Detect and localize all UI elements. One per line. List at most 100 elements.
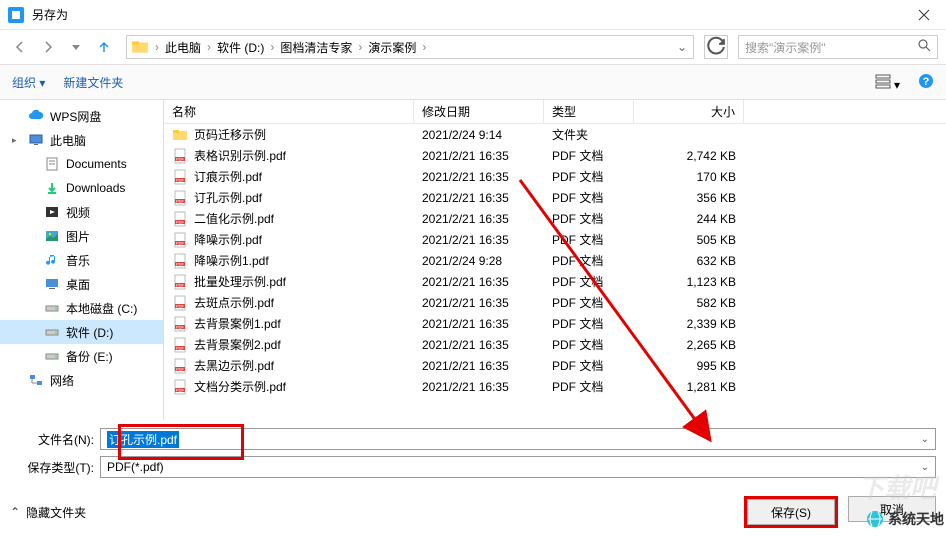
- table-row[interactable]: PDF去背景案例1.pdf2021/2/21 16:35PDF 文档2,339 …: [164, 313, 946, 334]
- form-area: 文件名(N): 订孔示例.pdf ⌄ 保存类型(T): PDF(*.pdf) ⌄: [0, 420, 946, 492]
- main-area: WPS网盘▸此电脑DocumentsDownloads视频图片音乐桌面本地磁盘 …: [0, 100, 946, 420]
- table-row[interactable]: 页码迁移示例2021/2/24 9:14文件夹: [164, 124, 946, 145]
- table-row[interactable]: PDF降噪示例1.pdf2021/2/24 9:28PDF 文档632 KB: [164, 250, 946, 271]
- file-rows[interactable]: 页码迁移示例2021/2/24 9:14文件夹PDF表格识别示例.pdf2021…: [164, 124, 946, 418]
- sidebar-item[interactable]: ▸此电脑: [0, 128, 163, 152]
- filename-label: 文件名(N):: [10, 431, 100, 448]
- sidebar-item[interactable]: Documents: [0, 152, 163, 176]
- type-label: 保存类型(T):: [10, 459, 100, 476]
- columns-header: 名称 修改日期 类型 大小: [164, 100, 946, 124]
- svg-text:PDF: PDF: [176, 219, 185, 224]
- col-name[interactable]: 名称: [164, 100, 414, 123]
- expand-icon[interactable]: ⌃: [10, 505, 20, 519]
- pic-icon: [44, 228, 60, 244]
- chevron-down-icon[interactable]: ⌄: [921, 434, 929, 445]
- globe-icon: [866, 510, 884, 528]
- window-title: 另存为: [32, 6, 68, 23]
- table-row[interactable]: PDF文档分类示例.pdf2021/2/21 16:35PDF 文档1,281 …: [164, 376, 946, 397]
- video-icon: [44, 204, 60, 220]
- view-button[interactable]: ▾: [875, 73, 900, 92]
- drive-icon: [44, 300, 60, 316]
- table-row[interactable]: PDF去黑边示例.pdf2021/2/21 16:35PDF 文档995 KB: [164, 355, 946, 376]
- svg-text:PDF: PDF: [176, 240, 185, 245]
- close-button[interactable]: [901, 0, 946, 30]
- table-row[interactable]: PDF去斑点示例.pdf2021/2/21 16:35PDF 文档582 KB: [164, 292, 946, 313]
- new-folder-button[interactable]: 新建文件夹: [63, 74, 123, 91]
- doc-icon: [44, 156, 60, 172]
- filetype-select[interactable]: PDF(*.pdf) ⌄: [100, 456, 936, 478]
- sidebar-item[interactable]: WPS网盘: [0, 104, 163, 128]
- organize-button[interactable]: 组织 ▾: [12, 74, 45, 91]
- app-icon: [8, 7, 24, 23]
- down-icon: [44, 180, 60, 196]
- filename-input[interactable]: 订孔示例.pdf ⌄: [100, 428, 936, 450]
- crumb-2[interactable]: 图档清洁专家: [276, 39, 356, 56]
- recent-dropdown[interactable]: [64, 35, 88, 59]
- filename-row: 文件名(N): 订孔示例.pdf ⌄: [10, 428, 936, 450]
- forward-button[interactable]: [36, 35, 60, 59]
- sidebar-item[interactable]: 图片: [0, 224, 163, 248]
- pc-icon: [28, 132, 44, 148]
- svg-text:PDF: PDF: [176, 366, 185, 371]
- svg-text:PDF: PDF: [176, 156, 185, 161]
- sidebar-item[interactable]: 视频: [0, 200, 163, 224]
- col-size[interactable]: 大小: [634, 100, 744, 123]
- title-bar: 另存为: [0, 0, 946, 30]
- refresh-button[interactable]: [704, 35, 728, 59]
- crumb-1[interactable]: 软件 (D:): [213, 39, 268, 56]
- hide-folders-button[interactable]: 隐藏文件夹: [26, 504, 86, 521]
- help-button[interactable]: ?: [918, 73, 934, 92]
- table-row[interactable]: PDF去背景案例2.pdf2021/2/21 16:35PDF 文档2,265 …: [164, 334, 946, 355]
- filename-value: 订孔示例.pdf: [107, 431, 179, 448]
- filetype-row: 保存类型(T): PDF(*.pdf) ⌄: [10, 456, 936, 478]
- back-button[interactable]: [8, 35, 32, 59]
- sidebar: WPS网盘▸此电脑DocumentsDownloads视频图片音乐桌面本地磁盘 …: [0, 100, 164, 420]
- search-icon[interactable]: [918, 39, 931, 55]
- bottom-bar: ⌃ 隐藏文件夹 保存(S) 取消: [0, 492, 946, 538]
- cloud-icon: [28, 108, 44, 124]
- net-icon: [28, 372, 44, 388]
- svg-text:PDF: PDF: [176, 282, 185, 287]
- table-row[interactable]: PDF订孔示例.pdf2021/2/21 16:35PDF 文档356 KB: [164, 187, 946, 208]
- drive-icon: [44, 324, 60, 340]
- table-row[interactable]: PDF降噪示例.pdf2021/2/21 16:35PDF 文档505 KB: [164, 229, 946, 250]
- svg-text:PDF: PDF: [176, 198, 185, 203]
- table-row[interactable]: PDF订痕示例.pdf2021/2/21 16:35PDF 文档170 KB: [164, 166, 946, 187]
- sidebar-item[interactable]: Downloads: [0, 176, 163, 200]
- breadcrumb-dropdown-icon[interactable]: ⌄: [671, 40, 693, 54]
- svg-text:PDF: PDF: [176, 324, 185, 329]
- crumb-0[interactable]: 此电脑: [161, 39, 205, 56]
- up-button[interactable]: [92, 35, 116, 59]
- desktop-icon: [44, 276, 60, 292]
- toolbar: 组织 ▾ 新建文件夹 ▾ ?: [0, 64, 946, 100]
- search-placeholder: 搜索"演示案例": [745, 39, 826, 56]
- sidebar-item[interactable]: 网络: [0, 368, 163, 392]
- sidebar-item[interactable]: 备份 (E:): [0, 344, 163, 368]
- drive-icon: [44, 348, 60, 364]
- sidebar-item[interactable]: 软件 (D:): [0, 320, 163, 344]
- svg-text:PDF: PDF: [176, 345, 185, 350]
- col-date[interactable]: 修改日期: [414, 100, 544, 123]
- file-list: 名称 修改日期 类型 大小 页码迁移示例2021/2/24 9:14文件夹PDF…: [164, 100, 946, 420]
- sidebar-item[interactable]: 本地磁盘 (C:): [0, 296, 163, 320]
- col-type[interactable]: 类型: [544, 100, 634, 123]
- crumb-3[interactable]: 演示案例: [364, 39, 420, 56]
- svg-text:PDF: PDF: [176, 387, 185, 392]
- table-row[interactable]: PDF二值化示例.pdf2021/2/21 16:35PDF 文档244 KB: [164, 208, 946, 229]
- address-bar: › 此电脑› 软件 (D:)› 图档清洁专家› 演示案例› ⌄ 搜索"演示案例": [0, 30, 946, 64]
- save-button[interactable]: 保存(S): [747, 499, 835, 525]
- watermark: 系统天地: [866, 509, 944, 529]
- chevron-down-icon[interactable]: ⌄: [921, 462, 929, 473]
- svg-text:?: ?: [923, 76, 930, 88]
- svg-text:PDF: PDF: [176, 177, 185, 182]
- sidebar-item[interactable]: 桌面: [0, 272, 163, 296]
- svg-text:PDF: PDF: [176, 303, 185, 308]
- folder-icon: [131, 38, 149, 56]
- sidebar-item[interactable]: 音乐: [0, 248, 163, 272]
- search-input[interactable]: 搜索"演示案例": [738, 35, 938, 59]
- type-value: PDF(*.pdf): [107, 460, 164, 474]
- table-row[interactable]: PDF表格识别示例.pdf2021/2/21 16:35PDF 文档2,742 …: [164, 145, 946, 166]
- breadcrumb[interactable]: › 此电脑› 软件 (D:)› 图档清洁专家› 演示案例› ⌄: [126, 35, 694, 59]
- svg-text:PDF: PDF: [176, 261, 185, 266]
- table-row[interactable]: PDF批量处理示例.pdf2021/2/21 16:35PDF 文档1,123 …: [164, 271, 946, 292]
